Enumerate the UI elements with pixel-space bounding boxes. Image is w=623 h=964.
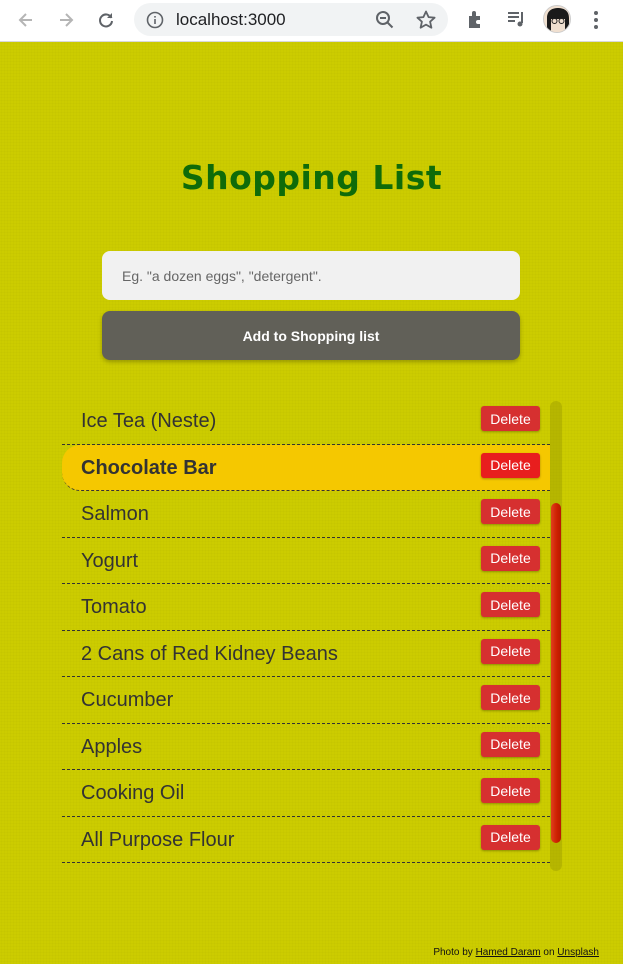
credit-prefix: Photo by <box>433 947 473 958</box>
item-label: Apples <box>81 735 143 758</box>
reload-icon[interactable] <box>92 6 120 34</box>
item-label: Cooking Oil <box>81 782 185 804</box>
item-label: Yogurt <box>81 549 139 572</box>
page-content: Shopping List Add to Shopping list Ice T… <box>0 42 623 964</box>
item-label: 2 Cans of Red Kidney Beans <box>81 642 338 665</box>
item-input[interactable] <box>102 251 520 300</box>
more-menu-icon[interactable] <box>588 9 604 31</box>
add-to-list-button[interactable]: Add to Shopping list <box>102 311 520 360</box>
list-item[interactable]: All Purpose Flour Delete <box>62 817 550 863</box>
delete-button[interactable]: Delete <box>481 406 540 431</box>
delete-button[interactable]: Delete <box>481 731 540 757</box>
unsplash-link[interactable]: Unsplash <box>557 947 599 958</box>
zoom-icon[interactable] <box>374 9 396 31</box>
delete-button[interactable]: Delete <box>481 824 540 850</box>
media-playlist-icon[interactable] <box>505 8 527 30</box>
list-item[interactable]: Apples Delete <box>62 724 550 770</box>
item-label: Chocolate Bar <box>81 456 217 479</box>
delete-button[interactable]: Delete <box>481 545 540 571</box>
item-label: Ice Tea (Neste) <box>81 410 217 432</box>
browser-toolbar: localhost:3000 <box>0 0 623 42</box>
address-bar[interactable]: localhost:3000 <box>134 3 448 36</box>
delete-button[interactable]: Delete <box>481 499 540 524</box>
credit-middle: on <box>543 947 555 958</box>
list-item[interactable]: Cooking Oil Delete <box>62 770 550 817</box>
item-label: Salmon <box>81 503 149 525</box>
list-item[interactable]: Cucumber Delete <box>62 677 550 724</box>
delete-button[interactable]: Delete <box>481 685 540 710</box>
list-scrollbar[interactable] <box>550 401 562 871</box>
list-item[interactable]: Ice Tea (Neste) Delete <box>62 398 550 445</box>
item-label: Cucumber <box>81 689 174 711</box>
profile-avatar[interactable] <box>543 5 571 33</box>
item-label: Tomato <box>81 596 147 618</box>
list-item[interactable]: 2 Cans of Red Kidney Beans Delete <box>62 631 550 677</box>
delete-button[interactable]: Delete <box>481 638 540 664</box>
list-item-selected[interactable]: Chocolate Bar Delete <box>62 444 550 491</box>
extensions-icon[interactable] <box>465 8 487 30</box>
delete-button[interactable]: Delete <box>481 592 540 617</box>
scrollbar-thumb[interactable] <box>551 503 561 843</box>
shopping-list: Ice Tea (Neste) Delete Chocolate Bar Del… <box>62 398 550 863</box>
author-link[interactable]: Hamed Daram <box>476 947 541 958</box>
list-item[interactable]: Tomato Delete <box>62 584 550 631</box>
forward-icon[interactable] <box>52 6 80 34</box>
item-label: All Purpose Flour <box>81 828 235 851</box>
back-icon[interactable] <box>12 6 40 34</box>
bookmark-star-icon[interactable] <box>415 9 437 31</box>
list-item[interactable]: Yogurt Delete <box>62 538 550 584</box>
delete-button[interactable]: Delete <box>481 778 540 803</box>
info-icon[interactable] <box>146 11 164 29</box>
page-title: Shopping List <box>180 158 443 197</box>
url-text[interactable]: localhost:3000 <box>176 10 286 30</box>
delete-button[interactable]: Delete <box>481 452 540 478</box>
list-item[interactable]: Salmon Delete <box>62 491 550 538</box>
photo-credit: Photo by Hamed Daram on Unsplash <box>433 947 599 958</box>
